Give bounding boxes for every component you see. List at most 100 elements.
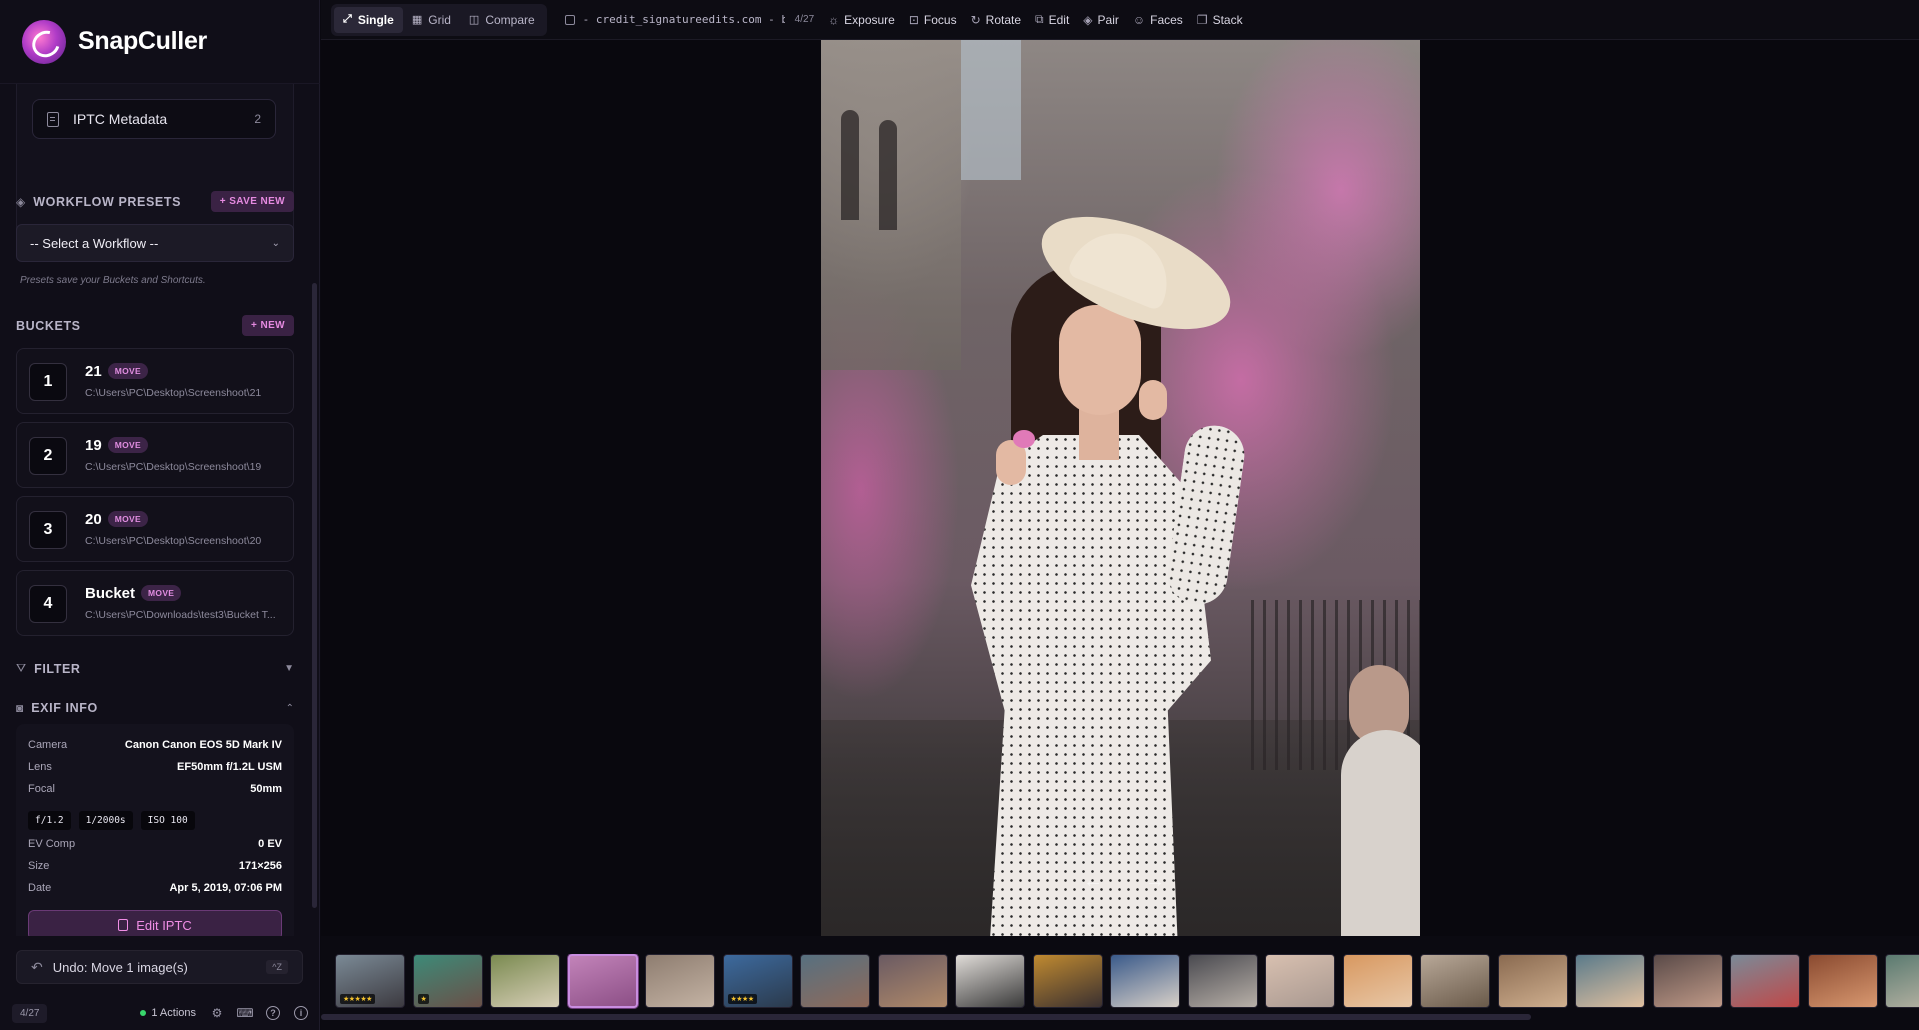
view-single-button[interactable]: ⤢ Single (334, 6, 403, 33)
user-icon: ☺ (1132, 12, 1146, 27)
image-viewer[interactable]: ← → (321, 40, 1919, 936)
exif-value: EF50mm f/1.2L USM (177, 761, 282, 773)
bucket-item[interactable]: 2 19 MOVE C:\Users\PC\Desktop\Screenshoot… (16, 422, 294, 488)
exif-size-row: Size 171×256 (28, 860, 282, 872)
star-rating: ★ (417, 994, 430, 1004)
aperture-chip: f/1.2 (28, 811, 71, 830)
bucket-name: 21 MOVE (85, 363, 148, 380)
gear-icon[interactable]: ⚙ (210, 1006, 224, 1020)
filmstrip-thumbnail[interactable]: ★★★★★ (335, 954, 405, 1008)
filmstrip-thumbnail[interactable] (1110, 954, 1180, 1008)
sun-icon: ☼ (828, 12, 840, 27)
filmstrip-thumbnail[interactable] (1885, 954, 1919, 1008)
filter-icon: ⛛ (16, 661, 27, 675)
move-badge: MOVE (141, 585, 182, 601)
tool-label: Rotate (985, 12, 1022, 27)
main-photo[interactable] (821, 40, 1420, 936)
workflow-select[interactable]: -- Select a Workflow -- ⌄ (16, 224, 294, 262)
edit-iptc-button[interactable]: Edit IPTC (28, 910, 282, 936)
photo-sky (961, 40, 1021, 180)
stack-icon: ❐ (1196, 12, 1208, 27)
current-filename: - credit_signatureedits.com - bo… (564, 13, 785, 26)
bucket-number: 4 (29, 585, 67, 623)
filmstrip-thumbnail[interactable]: ★★★★ (722, 954, 793, 1008)
filmstrip-thumbnail[interactable] (955, 954, 1025, 1008)
edit-iptc-label: Edit IPTC (136, 917, 192, 933)
filmstrip-thumbnail[interactable] (1342, 954, 1413, 1008)
bucket-item[interactable]: 3 20 MOVE C:\Users\PC\Desktop\Screenshoot… (16, 496, 294, 562)
status-dot-icon (140, 1010, 147, 1016)
filmstrip-thumbnail[interactable] (800, 954, 870, 1008)
exposure-button[interactable]: ☼ Exposure (828, 13, 895, 27)
exif-key: Focal (28, 783, 55, 795)
undo-button[interactable]: ↶ Undo: Move 1 image(s) ^Z (16, 950, 303, 984)
filmstrip-thumbnail[interactable] (1575, 954, 1645, 1008)
iptc-metadata-count: 2 (254, 112, 261, 126)
bucket-number: 2 (29, 437, 67, 475)
filmstrip-thumbnail[interactable] (567, 954, 638, 1008)
layers-icon: ◈ (16, 194, 26, 209)
filmstrip-thumbnail[interactable] (1652, 954, 1723, 1008)
sidebar-scrollbar[interactable] (312, 283, 317, 908)
pair-button[interactable]: ◈ Pair (1083, 13, 1119, 27)
rotate-button[interactable]: ↻ Rotate (971, 13, 1021, 27)
help-icon[interactable]: ? (266, 1006, 280, 1020)
save-new-workflow-button[interactable]: + SAVE NEW (210, 191, 294, 212)
exif-title: EXIF INFO (31, 701, 98, 715)
photo-flower (1013, 430, 1035, 448)
brand-name: SnapCuller (78, 27, 207, 55)
filmstrip-thumbnail[interactable] (1807, 954, 1878, 1008)
view-compare-button[interactable]: ◫ Compare (460, 7, 544, 33)
brand-logo-icon (22, 19, 66, 64)
filter-header[interactable]: ⛛ FILTER ▼ (16, 661, 294, 676)
view-grid-button[interactable]: ▦ Grid (403, 7, 460, 33)
info-icon[interactable]: i (294, 1006, 308, 1020)
view-label: Compare (485, 12, 535, 27)
stack-button[interactable]: ❐ Stack (1197, 13, 1243, 27)
filmstrip-thumbnail[interactable] (1730, 954, 1800, 1008)
star-rating: ★★★★ (727, 994, 757, 1004)
faces-button[interactable]: ☺ Faces (1133, 13, 1183, 27)
thumbnail-strip: ★★★★★ ★ ★★★★ (335, 954, 1919, 1010)
filmstrip-thumbnail[interactable] (645, 954, 715, 1008)
exif-value: Canon Canon EOS 5D Mark IV (124, 739, 282, 751)
exif-focal-row: Focal 50mm (28, 783, 282, 795)
filmstrip-thumbnail[interactable]: ★ (412, 954, 483, 1008)
previous-arrow-icon[interactable]: ← (1083, 870, 1103, 893)
filmstrip-thumbnail[interactable] (1420, 954, 1490, 1008)
filmstrip-thumbnail[interactable] (1265, 954, 1335, 1008)
rotate-icon: ↻ (970, 12, 981, 27)
workflow-presets-header: ◈ WORKFLOW PRESETS + SAVE NEW (16, 191, 294, 212)
buckets-header: BUCKETS + NEW (16, 315, 294, 336)
filmstrip-thumbnail[interactable] (1187, 954, 1258, 1008)
filmstrip-thumbnail[interactable] (877, 954, 948, 1008)
filmstrip-thumbnail[interactable] (490, 954, 560, 1008)
next-arrow-icon[interactable]: → (1145, 870, 1165, 893)
filmstrip-scrollbar[interactable] (321, 1014, 1531, 1020)
buckets-title: BUCKETS (16, 318, 81, 333)
filename-text: - credit_signatureedits.com - bo… (582, 13, 785, 26)
view-label: Grid (428, 12, 451, 27)
expand-caret-icon: ▼ (284, 663, 294, 674)
tool-label: Stack (1212, 12, 1243, 27)
bucket-item[interactable]: 1 21 MOVE C:\Users\PC\Desktop\Screenshoot… (16, 348, 294, 414)
exif-header[interactable]: ◙ EXIF INFO ⌃ (16, 701, 294, 715)
exif-info-card: Camera Canon Canon EOS 5D Mark IV Lens EF5… (16, 724, 294, 936)
iptc-metadata-button[interactable]: IPTC Metadata 2 (32, 99, 276, 139)
filmstrip-thumbnail[interactable] (1032, 954, 1103, 1008)
exif-value: 50mm (250, 783, 282, 795)
filmstrip-thumbnail[interactable] (1497, 954, 1568, 1008)
expand-icon: ⤢ (343, 13, 352, 25)
keyboard-icon[interactable]: ⌨ (236, 1006, 253, 1020)
exif-chips: f/1.2 1/2000s ISO 100 (28, 811, 195, 830)
exif-value: 171×256 (238, 860, 282, 872)
exif-key: EV Comp (28, 838, 76, 850)
iptc-metadata-label: IPTC Metadata (73, 111, 168, 127)
bucket-item[interactable]: 4 Bucket MOVE C:\Users\PC\Downloads\test3… (16, 570, 294, 636)
exif-ev-row: EV Comp 0 EV (28, 838, 282, 850)
actions-count[interactable]: 1 Actions (151, 1007, 196, 1019)
bucket-name: Bucket MOVE (85, 585, 182, 602)
focus-button[interactable]: ⊡ Focus (909, 13, 957, 27)
new-bucket-button[interactable]: + NEW (242, 315, 294, 336)
edit-button[interactable]: ⧉ Edit (1035, 12, 1069, 27)
